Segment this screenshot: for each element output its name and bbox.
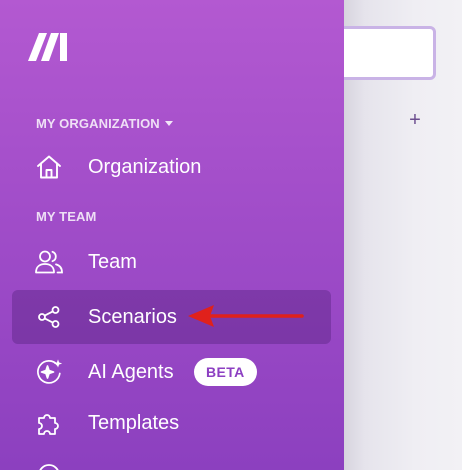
home-icon [34, 152, 64, 182]
organization-section-label: MY ORGANIZATION [36, 116, 160, 131]
sidebar-item-label: AI Agents [88, 360, 174, 383]
next-item-icon-partial [34, 460, 64, 470]
sidebar-item-label: Scenarios [88, 305, 177, 328]
beta-badge: BETA [194, 358, 257, 386]
search-input[interactable] [330, 26, 436, 80]
annotation-arrow-icon [188, 305, 304, 327]
sidebar: MY ORGANIZATION Organization MY TEAM Tea… [0, 0, 344, 470]
users-icon [34, 247, 64, 277]
make-logo[interactable] [26, 30, 72, 64]
sidebar-item-label: Team [88, 250, 137, 273]
sidebar-item-organization[interactable]: Organization [12, 140, 331, 194]
share-icon [34, 302, 64, 332]
caret-down-icon [164, 121, 173, 126]
sidebar-item-team[interactable]: Team [12, 235, 331, 289]
sidebar-item-ai-agents[interactable]: AI Agents BETA [12, 345, 331, 399]
organization-switcher[interactable]: MY ORGANIZATION [36, 116, 173, 131]
ai-agent-icon [34, 357, 64, 387]
puzzle-icon [34, 408, 64, 438]
add-button[interactable]: + [404, 108, 426, 132]
sidebar-item-templates[interactable]: Templates [12, 396, 331, 450]
sidebar-item-label: Templates [88, 411, 180, 434]
sidebar-item-label: Organization [88, 155, 202, 178]
team-section-label: MY TEAM [36, 209, 97, 224]
